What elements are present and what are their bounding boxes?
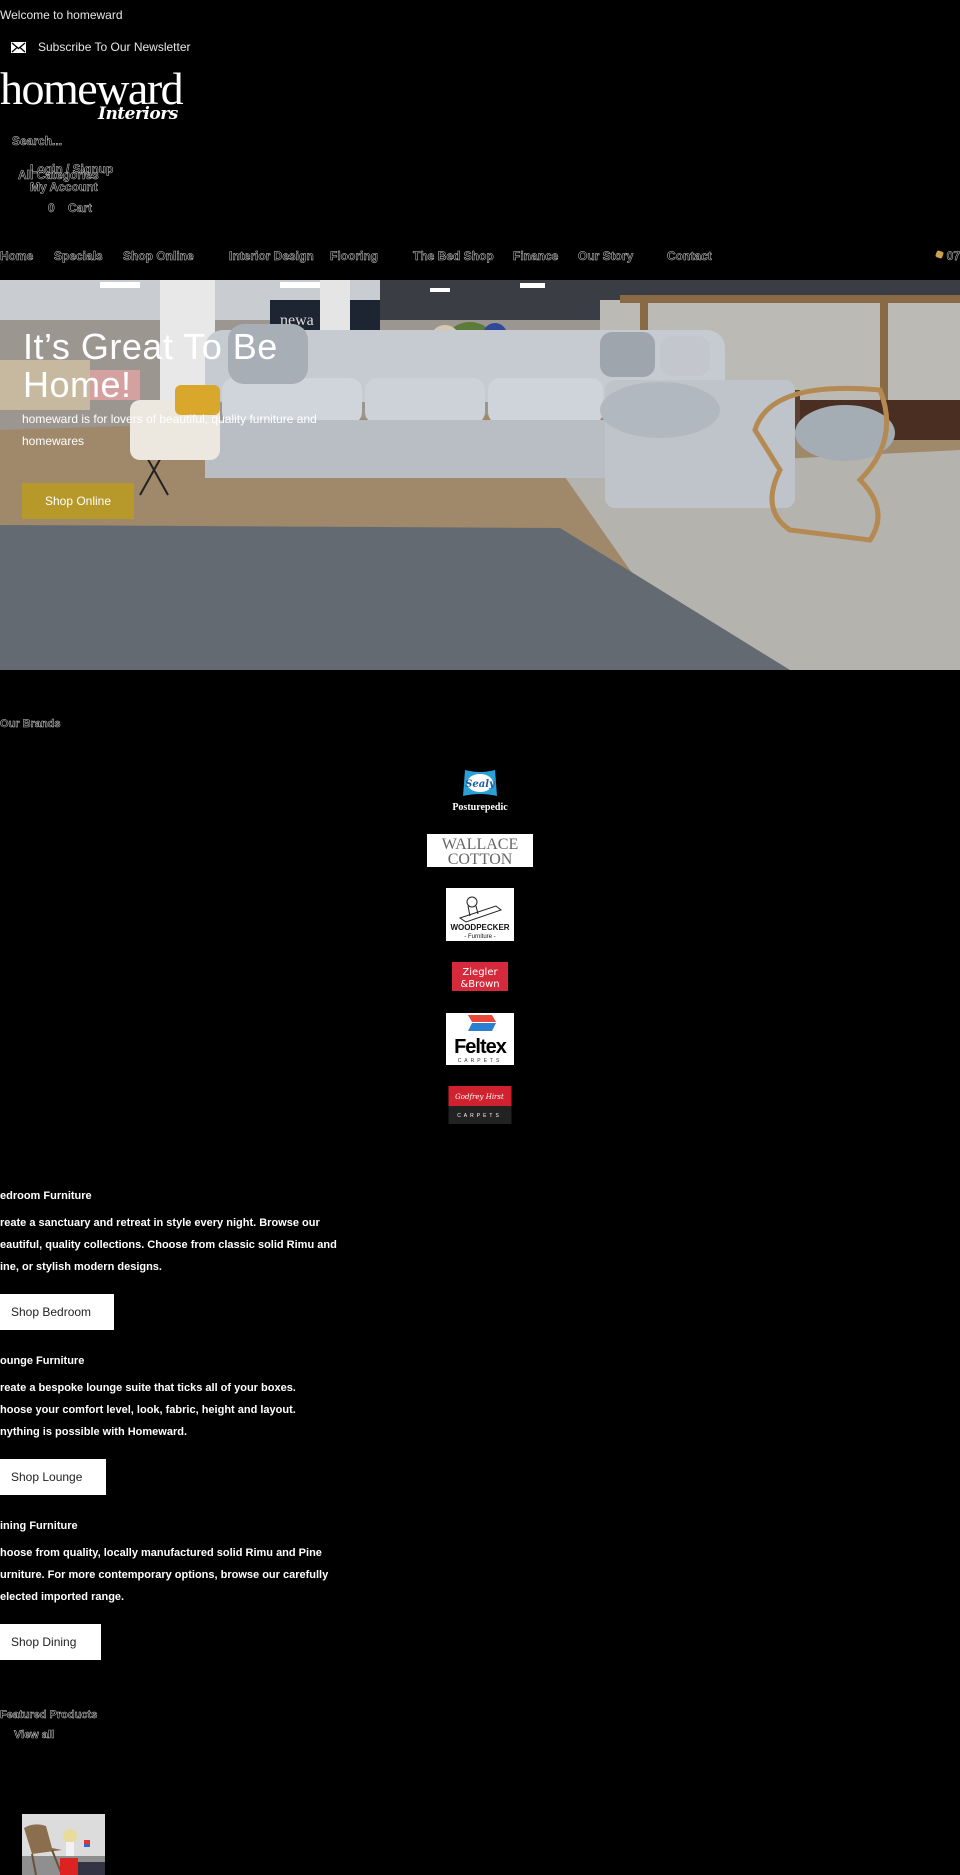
search-input[interactable]: Search... — [12, 134, 63, 149]
feltex-wordmark: Feltex — [454, 1036, 507, 1058]
bedroom-description: reate a sanctuary and retreat in style e… — [0, 1212, 340, 1278]
brand-wallace-cotton-logo[interactable]: WALLACE COTTON — [427, 834, 533, 868]
dining-section: ining Furniture hoose from quality, loca… — [0, 1520, 340, 1660]
nav-specials[interactable]: Specials — [54, 249, 103, 264]
brands-heading: Our Brands — [0, 718, 61, 731]
dining-title: ining Furniture — [0, 1520, 78, 1532]
shop-lounge-button[interactable]: Shop Lounge — [0, 1459, 106, 1495]
bedroom-desc-line: ine, or stylish modern designs. — [0, 1261, 162, 1273]
bedroom-desc-line: reate a sanctuary and retreat in style e… — [0, 1217, 320, 1229]
sealy-sub: Posturepedic — [452, 802, 508, 813]
view-all-link[interactable]: View all — [14, 1729, 55, 1742]
brand-feltex-logo[interactable]: Feltex CARPETS — [446, 1013, 514, 1065]
brand-sealy-logo[interactable]: Sealy Posturepedic — [445, 768, 515, 814]
phone-icon — [934, 249, 944, 259]
hero-banner: newa It’s Great To Be Home! homeward is … — [0, 280, 960, 670]
dining-desc-line: hoose from quality, locally manufactured… — [0, 1547, 322, 1559]
lounge-description: reate a bespoke lounge suite that ticks … — [0, 1377, 340, 1443]
nav-interior-design[interactable]: Interior Design — [229, 249, 314, 264]
hero-title: It’s Great To Be Home! — [23, 326, 278, 405]
ziegler-line1: Ziegler — [462, 967, 498, 978]
brand-ziegler-brown-logo[interactable]: Ziegler &Brown — [452, 962, 508, 991]
lounge-desc-line: reate a bespoke lounge suite that ticks … — [0, 1382, 296, 1394]
hero-subtitle: homeward is for lovers of beautiful, qua… — [22, 412, 317, 448]
phone-link[interactable]: 07 — [934, 249, 960, 264]
cart-link[interactable]: Cart — [68, 201, 93, 216]
brand-godfrey-hirst-logo[interactable]: Godfrey Hirst CARPETS — [448, 1086, 512, 1124]
bedroom-section: edroom Furniture reate a sanctuary and r… — [0, 1190, 340, 1330]
nav-contact[interactable]: Contact — [667, 249, 712, 264]
woodpecker-line1: WOODPECKER — [450, 923, 509, 932]
newsletter-label: Subscribe To Our Newsletter — [38, 40, 191, 54]
shop-bedroom-button[interactable]: Shop Bedroom — [0, 1294, 114, 1330]
lounge-title: ounge Furniture — [0, 1355, 85, 1367]
dining-desc-line: elected imported range. — [0, 1591, 125, 1603]
nav-our-story[interactable]: Our Story — [578, 249, 634, 264]
bedroom-title: edroom Furniture — [0, 1190, 92, 1202]
nav-the-bed-shop[interactable]: The Bed Shop — [413, 249, 494, 264]
feltex-sub: CARPETS — [458, 1058, 503, 1064]
lounge-desc-line: nything is possible with Homeward. — [0, 1426, 188, 1438]
godfrey-line1: Godfrey Hirst — [455, 1093, 504, 1101]
nav-finance[interactable]: Finance — [513, 249, 559, 264]
main-nav: Home Specials Shop Online Interior Desig… — [0, 249, 960, 267]
dining-description: hoose from quality, locally manufactured… — [0, 1542, 340, 1608]
dining-desc-line: urniture. For more contemporary options,… — [0, 1569, 329, 1581]
my-account-link[interactable]: My Account — [30, 180, 98, 195]
nav-shop-online[interactable]: Shop Online — [123, 249, 194, 264]
sealy-wordmark: Sealy — [465, 779, 496, 790]
product-image[interactable] — [22, 1814, 105, 1875]
homeward-logo[interactable]: homeward Interiors — [0, 66, 184, 126]
lounge-desc-line: hoose your comfort level, look, fabric, … — [0, 1404, 296, 1416]
nav-home[interactable]: Home — [0, 249, 34, 264]
phone-number: 07 — [946, 249, 960, 264]
godfrey-line2: CARPETS — [457, 1113, 502, 1119]
featured-heading: Featured Products — [0, 1709, 98, 1722]
lounge-section: ounge Furniture reate a bespoke lounge s… — [0, 1355, 340, 1495]
bedroom-desc-line: eautiful, quality collections. Choose fr… — [0, 1239, 337, 1251]
nav-flooring[interactable]: Flooring — [330, 249, 379, 264]
shop-dining-button[interactable]: Shop Dining — [0, 1624, 101, 1660]
ziegler-line2: &Brown — [460, 979, 499, 990]
woodpecker-line2: - Furniture - — [464, 934, 495, 940]
brand-woodpecker-logo[interactable]: WOODPECKER - Furniture - — [446, 888, 514, 941]
wallace-line2: COTTON — [448, 851, 513, 867]
logo-subtitle: Interiors — [98, 104, 178, 124]
shop-online-button[interactable]: Shop Online — [22, 483, 134, 519]
cart-count: 0 — [48, 201, 55, 216]
newsletter-link[interactable]: Subscribe To Our Newsletter — [11, 40, 191, 54]
mail-icon — [11, 41, 26, 53]
welcome-text: Welcome to homeward — [0, 8, 123, 22]
